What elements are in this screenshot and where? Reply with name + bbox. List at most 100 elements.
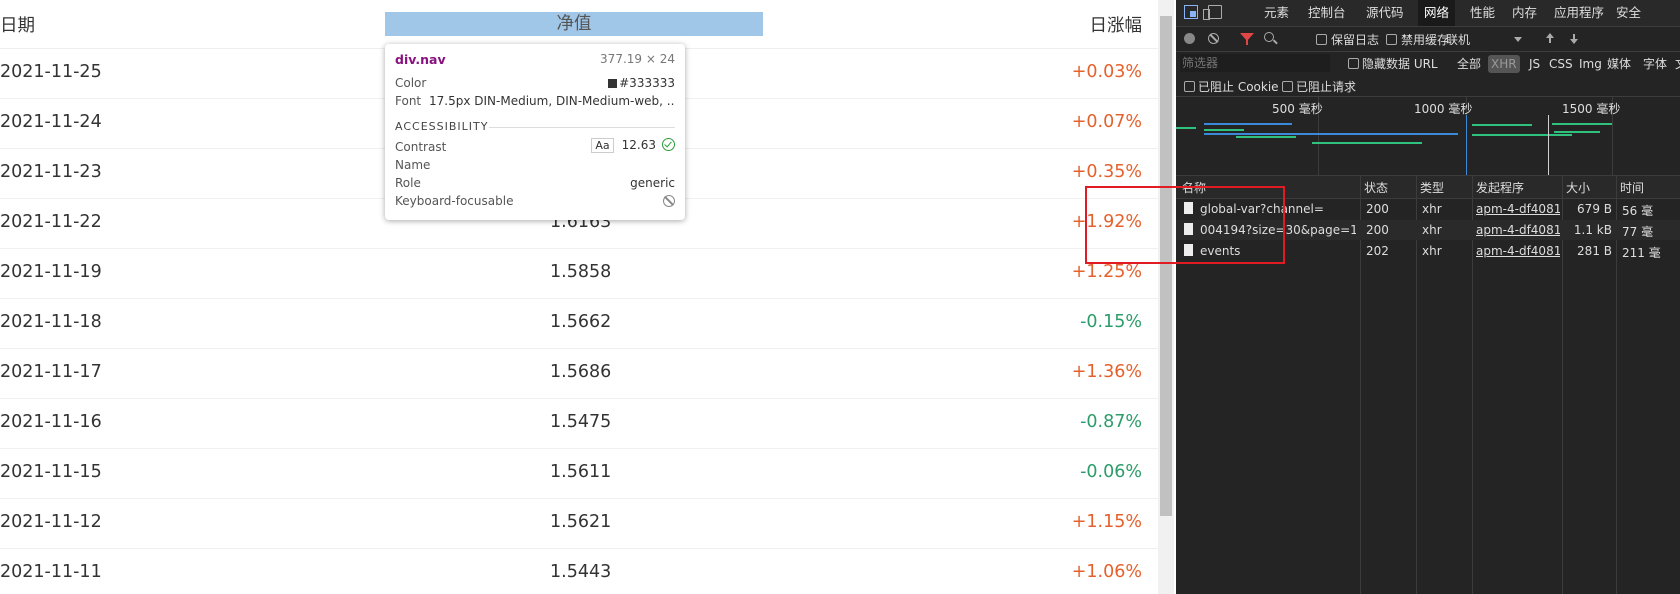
- color-swatch-icon: [608, 79, 618, 88]
- hide-data-urls-checkbox[interactable]: [1348, 58, 1359, 69]
- request-status: 200: [1366, 202, 1389, 216]
- tooltip-dimensions: 377.19 × 24: [600, 52, 675, 66]
- row-date: 2021-11-16: [0, 412, 102, 432]
- type-filter-2[interactable]: JS: [1526, 55, 1543, 73]
- blocked-cookies-checkbox[interactable]: [1184, 81, 1195, 92]
- row-date: 2021-11-17: [0, 362, 102, 382]
- tab-4[interactable]: 性能: [1464, 0, 1501, 26]
- tooltip-keyboard-label: Keyboard-focusable: [395, 194, 514, 208]
- row-nav: 1.5686: [550, 362, 612, 382]
- table-row: 2021-11-16 1.5475 -0.87%: [0, 398, 1158, 449]
- table-row: 2021-11-18 1.5662 -0.15%: [0, 298, 1158, 349]
- tab-7[interactable]: 安全: [1610, 0, 1647, 26]
- table-row: 2021-11-11 1.5443 +1.06%: [0, 548, 1158, 594]
- timeline-bar: [1554, 131, 1600, 133]
- type-filter-1[interactable]: XHR: [1488, 55, 1520, 73]
- table-row: 2021-11-17 1.5686 +1.36%: [0, 348, 1158, 399]
- type-filter-3[interactable]: CSS: [1546, 55, 1576, 73]
- table-header: 日期 净值 日涨幅: [0, 0, 1158, 49]
- header-nav: 净值: [556, 14, 592, 34]
- clear-icon[interactable]: [1208, 33, 1219, 44]
- blocked-requests-checkbox[interactable]: [1282, 81, 1293, 92]
- row-change: -0.87%: [1080, 412, 1142, 432]
- tooltip-role-label: Role: [395, 176, 421, 190]
- timeline-tick: 1500 毫秒: [1562, 102, 1621, 116]
- tab-3[interactable]: 网络: [1418, 0, 1456, 26]
- color-hex: #333333: [619, 76, 675, 90]
- network-overview-timeline[interactable]: 500 毫秒 1000 毫秒 1500 毫秒: [1176, 97, 1680, 176]
- preserve-log-checkbox[interactable]: [1316, 34, 1327, 45]
- timeline-tick: 500 毫秒: [1272, 102, 1323, 116]
- header-date: 日期: [0, 16, 35, 36]
- type-filter-7[interactable]: 文: [1672, 55, 1680, 73]
- row-date: 2021-11-22: [0, 212, 102, 232]
- contrast-ratio: 12.63: [621, 138, 656, 152]
- header-change: 日涨幅: [1089, 16, 1143, 36]
- col-size[interactable]: 大小: [1566, 179, 1590, 196]
- filter-input[interactable]: [1180, 54, 1330, 72]
- devtools-panel: 元素控制台源代码网络性能内存应用程序安全 保留日志 禁用缓存 联机 隐藏数据 U…: [1176, 0, 1680, 594]
- tab-6[interactable]: 应用程序: [1548, 0, 1610, 26]
- inspect-element-icon[interactable]: [1184, 5, 1198, 19]
- type-filter-4[interactable]: Img: [1576, 55, 1605, 73]
- scrollbar-thumb[interactable]: [1160, 16, 1172, 516]
- timeline-tick: 1000 毫秒: [1414, 102, 1473, 116]
- tooltip-role-value: generic: [630, 176, 675, 190]
- table-row: 2021-11-12 1.5621 +1.15%: [0, 498, 1158, 549]
- search-icon[interactable]: [1264, 32, 1274, 42]
- import-har-icon[interactable]: [1546, 33, 1554, 44]
- tooltip-contrast-label: Contrast: [395, 140, 447, 154]
- record-icon[interactable]: [1184, 33, 1195, 44]
- row-date: 2021-11-18: [0, 312, 102, 332]
- type-filter-0[interactable]: 全部: [1454, 55, 1484, 73]
- tooltip-color-value: #333333: [608, 76, 675, 90]
- request-type: xhr: [1422, 223, 1442, 237]
- row-change: +0.35%: [1071, 162, 1142, 182]
- row-change: +0.07%: [1071, 112, 1142, 132]
- row-nav: 1.5621: [550, 512, 612, 532]
- type-filter-6[interactable]: 字体: [1640, 55, 1670, 73]
- filter-icon[interactable]: [1240, 33, 1254, 45]
- page-scrollbar[interactable]: [1158, 0, 1174, 594]
- row-change: +1.36%: [1071, 362, 1142, 382]
- request-type: xhr: [1422, 244, 1442, 258]
- row-change: +1.25%: [1071, 262, 1142, 282]
- devtools-tabbar: 元素 控制台 源代码 网络 性能 内存 应用程序 安全: [1176, 0, 1680, 27]
- timeline-bar: [1204, 129, 1244, 131]
- tab-5[interactable]: 内存: [1506, 0, 1543, 26]
- export-har-icon[interactable]: [1570, 33, 1578, 44]
- col-time[interactable]: 时间: [1620, 179, 1644, 196]
- tooltip-name-label: Name: [395, 158, 431, 172]
- blocked-requests-label: 已阻止请求: [1296, 80, 1357, 94]
- request-initiator[interactable]: apm-4-df4081...: [1476, 244, 1560, 258]
- row-date: 2021-11-12: [0, 512, 102, 532]
- tab-2[interactable]: 源代码: [1360, 0, 1410, 26]
- col-status[interactable]: 状态: [1364, 179, 1388, 196]
- row-change: -0.06%: [1080, 462, 1142, 482]
- timeline-bar: [1472, 134, 1572, 136]
- blocked-filter-bar: 已阻止 Cookie 已阻止请求: [1176, 76, 1680, 97]
- contrast-aa-badge: Aa: [591, 138, 614, 153]
- request-initiator[interactable]: apm-4-df4081...: [1476, 223, 1560, 237]
- col-type[interactable]: 类型: [1420, 179, 1444, 196]
- row-date: 2021-11-25: [0, 62, 102, 82]
- tab-0[interactable]: 元素: [1258, 0, 1295, 26]
- type-filter-5[interactable]: 媒体: [1604, 55, 1634, 73]
- row-date: 2021-11-15: [0, 462, 102, 482]
- load-event-line: [1548, 115, 1549, 175]
- row-nav: 1.5858: [550, 262, 612, 282]
- col-initiator[interactable]: 发起程序: [1476, 179, 1524, 196]
- tooltip-selector: div.nav: [395, 52, 446, 67]
- request-time: 56 毫: [1622, 204, 1654, 218]
- check-circle-icon: [662, 138, 675, 151]
- request-initiator[interactable]: apm-4-df4081...: [1476, 202, 1560, 216]
- row-date: 2021-11-11: [0, 562, 102, 582]
- disable-cache-checkbox[interactable]: [1386, 34, 1397, 45]
- tab-1[interactable]: 控制台: [1302, 0, 1352, 26]
- device-toolbar-icon[interactable]: [1203, 5, 1222, 20]
- table-row: 2021-11-19 1.5858 +1.25%: [0, 248, 1158, 299]
- row-date: 2021-11-24: [0, 112, 102, 132]
- disable-cache-label: 禁用缓存: [1401, 33, 1450, 47]
- timeline-bar: [1204, 133, 1458, 135]
- row-date: 2021-11-23: [0, 162, 102, 182]
